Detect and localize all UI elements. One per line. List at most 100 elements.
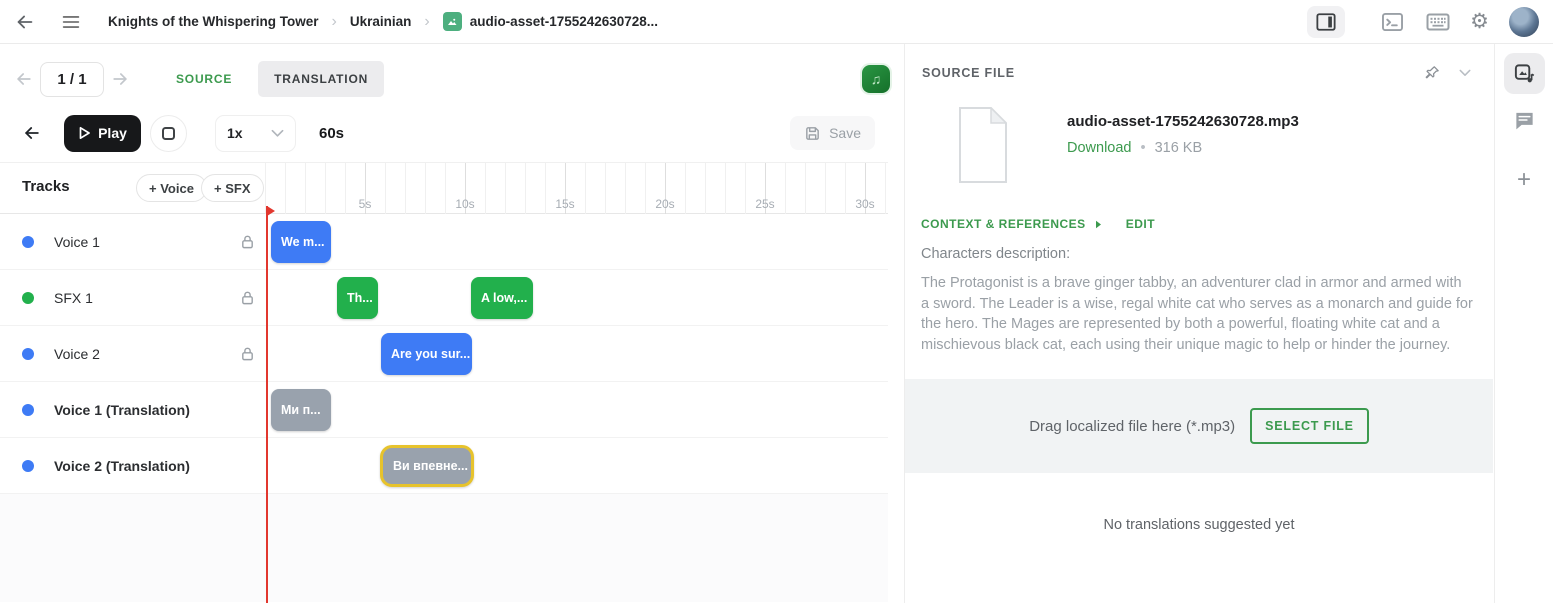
ruler-tick [605,163,606,214]
source-file-row: audio-asset-1755242630728.mp3 Download •… [905,81,1493,183]
right-icon-rail: + [1494,44,1553,603]
topbar-actions: ⚙ [1307,6,1539,38]
total-duration: 60s [319,125,344,142]
chevron-right-icon: › [332,13,337,31]
play-label: Play [98,125,127,141]
back-arrow-icon[interactable] [14,11,36,33]
audio-clip[interactable]: We m... [271,221,331,263]
pin-icon[interactable] [1424,64,1441,81]
play-icon [78,126,91,140]
ruler-tick [625,163,626,214]
ruler-tick [685,163,686,214]
ruler-tick [545,163,546,214]
playback-speed-select[interactable]: 1x [215,115,296,152]
panel-header: SOURCE FILE [905,44,1493,81]
ruler-tick [705,163,706,214]
stop-button[interactable] [150,115,187,152]
ruler-tick [745,163,746,214]
settings-gear-icon[interactable]: ⚙ [1470,11,1489,32]
editor-toolbar: 1 / 1 SOURCE TRANSLATION ♫ [0,44,903,104]
track-color-dot [22,292,34,304]
timeline-ruler[interactable]: 5s10s15s20s25s30s [265,163,888,214]
page-indicator[interactable]: 1 / 1 [40,62,104,97]
timeline-empty-area [0,494,888,602]
audio-clip[interactable]: Th... [337,277,378,319]
terminal-icon[interactable] [1381,12,1404,32]
add-panel-button[interactable]: + [1504,159,1545,200]
breadcrumb-language[interactable]: Ukrainian [350,14,412,29]
prev-page-arrow-icon[interactable] [14,69,34,89]
player-back-arrow-icon[interactable] [22,123,42,143]
ruler-tick-label: 10s [455,197,474,211]
file-name: audio-asset-1755242630728.mp3 [1067,113,1299,130]
comments-panel-button[interactable] [1504,100,1545,141]
track-color-dot [22,348,34,360]
ruler-tick-label: 25s [755,197,774,211]
track-color-dot [22,404,34,416]
add-voice-button[interactable]: + Voice [136,174,207,202]
audio-editor: 1 / 1 SOURCE TRANSLATION ♫ Play 1x 60s [0,44,903,603]
file-size: 316 KB [1155,140,1203,156]
save-button[interactable]: Save [790,116,875,150]
select-file-button[interactable]: SELECT FILE [1250,408,1369,444]
next-page-arrow-icon[interactable] [110,69,130,89]
player-controls: Play 1x 60s Save [0,104,888,163]
asset-thumbnail-icon [443,12,462,31]
collapse-chevron-icon[interactable] [1459,69,1471,77]
user-avatar[interactable] [1509,7,1539,37]
edit-button[interactable]: EDIT [1126,217,1155,231]
audio-clip[interactable]: Are you sur... [381,333,472,375]
lock-icon[interactable] [240,234,255,250]
tab-source[interactable]: SOURCE [160,61,248,97]
dropzone-hint: Drag localized file here (*.mp3) [1029,418,1235,435]
panel-title: SOURCE FILE [922,66,1015,80]
ruler-tick [885,163,886,214]
characters-description: The Protagonist is a brave ginger tabby,… [921,273,1473,355]
chevron-right-icon: › [424,13,429,31]
add-sfx-button[interactable]: + SFX [201,174,264,202]
localized-file-dropzone[interactable]: Drag localized file here (*.mp3) SELECT … [905,379,1493,473]
ruler-tick [825,163,826,214]
description-label: Characters description: [921,246,1473,262]
ruler-tick-label: 30s [855,197,874,211]
download-link[interactable]: Download [1067,140,1132,156]
file-document-icon [959,107,1007,183]
play-button[interactable]: Play [64,115,141,152]
breadcrumb-asset[interactable]: audio-asset-1755242630728... [470,14,658,29]
audio-app-icon[interactable]: ♫ [862,65,890,93]
menu-icon[interactable] [60,11,82,33]
ruler-tick [585,163,586,214]
keyboard-icon[interactable] [1426,13,1450,31]
ruler-tick [505,163,506,214]
audio-clip[interactable]: A low,... [471,277,533,319]
panel-layout-toggle-button[interactable] [1307,6,1345,38]
ruler-tick [405,163,406,214]
ruler-tick [805,163,806,214]
ruler-tick [525,163,526,214]
tracks-title: Tracks [22,178,70,195]
audio-clip-selected[interactable]: Ви впевне... [380,445,474,487]
track-name: Voice 1 [54,234,100,250]
ruler-tick [345,163,346,214]
track-color-dot [22,236,34,248]
ruler-tick-label: 15s [555,197,574,211]
context-references-header[interactable]: CONTEXT & REFERENCES [921,217,1086,231]
lock-icon[interactable] [240,290,255,306]
ruler-tick [645,163,646,214]
breadcrumb-project[interactable]: Knights of the Whispering Tower [108,14,319,29]
playhead[interactable] [266,206,268,603]
lock-icon[interactable] [240,346,255,362]
track-name: Voice 2 (Translation) [54,458,190,474]
tracks-header: Tracks + Voice + SFX 5s10s15s20s25s30s [0,163,888,214]
ruler-tick [385,163,386,214]
track-color-dot [22,460,34,472]
audio-clip[interactable]: Ми п... [271,389,331,431]
media-audio-panel-button[interactable] [1504,53,1545,94]
tab-translation[interactable]: TRANSLATION [258,61,384,97]
topbar: Knights of the Whispering Tower › Ukrain… [0,0,1553,44]
context-section: CONTEXT & REFERENCES EDIT Characters des… [905,183,1493,355]
ruler-tick-label: 5s [359,197,372,211]
ruler-tick [305,163,306,214]
speed-value: 1x [227,125,243,141]
ruler-tick [845,163,846,214]
